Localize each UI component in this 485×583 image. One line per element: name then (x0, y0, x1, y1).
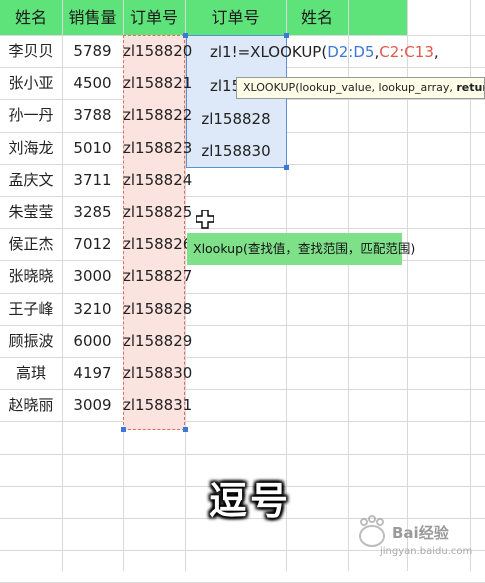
formula-arg-lookup-array: C2:C13 (379, 43, 434, 61)
cell-cursor-icon (196, 210, 214, 229)
cell-sales[interactable]: 5789 (62, 35, 123, 67)
spreadsheet-grid[interactable]: 姓名 销售量 订单号 订单号 姓名 李贝贝 5789 zl158820 张小亚 4500… (0, 0, 485, 583)
watermark-text: Bai经验 (392, 524, 449, 542)
lookup-order-cell[interactable]: zl158828 (186, 103, 286, 135)
header-order[interactable]: 订单号 (123, 0, 185, 35)
cell-sales[interactable]: 3000 (62, 260, 123, 292)
cell-order[interactable]: zl158820 (123, 35, 192, 67)
row-divider (0, 421, 485, 422)
tooltip-active-arg: return_arr (456, 81, 485, 94)
cell-order[interactable]: zl158828 (123, 293, 192, 325)
cell-sales[interactable]: 3210 (62, 293, 123, 325)
formula-separator: , (433, 43, 439, 61)
cell-order[interactable]: zl158831 (123, 389, 192, 421)
cell-name[interactable]: 刘海龙 (0, 132, 62, 164)
formula-arg-lookup-value: D2:D5 (327, 43, 375, 61)
header-name[interactable]: 姓名 (0, 0, 62, 35)
cell-order[interactable]: zl158830 (123, 357, 192, 389)
tooltip-function: XLOOKUP( (243, 81, 300, 94)
function-tooltip: XLOOKUP(lookup_value, lookup_array, retu… (236, 77, 485, 99)
cell-order[interactable]: zl158821 (123, 67, 192, 99)
cell-order[interactable]: zl158827 (123, 260, 192, 292)
selection-handle[interactable] (121, 427, 126, 432)
cell-name[interactable]: 赵晓丽 (0, 389, 62, 421)
cell-name[interactable]: 张小亚 (0, 67, 62, 99)
cell-sales[interactable]: 3788 (62, 99, 123, 131)
cell-name[interactable]: 朱莹莹 (0, 196, 62, 228)
cell-sales[interactable]: 3009 (62, 389, 123, 421)
formula-function: =XLOOKUP( (237, 43, 328, 61)
cell-sales[interactable]: 4500 (62, 67, 123, 99)
cell-name[interactable]: 顾振波 (0, 325, 62, 357)
header-lookup-name[interactable]: 姓名 (286, 0, 348, 35)
cell-order[interactable]: zl158824 (123, 164, 192, 196)
cell-order[interactable]: zl158829 (123, 325, 192, 357)
watermark-url: jingyan.baidu.com (380, 546, 473, 557)
syntax-note: Xlookup(查找值，查找范围，匹配范围) (187, 233, 415, 265)
cell-order[interactable]: zl158822 (123, 99, 192, 131)
video-caption: 逗号 (208, 479, 291, 523)
cell-order[interactable]: zl158823 (123, 132, 192, 164)
header-lookup-order[interactable]: 订单号 (185, 0, 286, 35)
cell-name[interactable]: 李贝贝 (0, 35, 62, 67)
selection-handle[interactable] (183, 427, 188, 432)
cell-sales[interactable]: 7012 (62, 228, 123, 260)
cell-name[interactable]: 王子峰 (0, 293, 62, 325)
cell-name[interactable]: 孙一丹 (0, 99, 62, 131)
cell-name[interactable]: 张晓晓 (0, 260, 62, 292)
cell-order[interactable]: zl158825 (123, 196, 192, 228)
cell-order[interactable]: zl158826 (123, 228, 192, 260)
formula-prefix: zl1! (210, 43, 238, 61)
cell-name[interactable]: 侯正杰 (0, 228, 62, 260)
cell-sales[interactable]: 5010 (62, 132, 123, 164)
row-divider (0, 454, 485, 455)
header-sales[interactable]: 销售量 (62, 0, 123, 35)
cell-sales[interactable]: 6000 (62, 325, 123, 357)
formula-entry[interactable]: zl1!=XLOOKUP(D2:D5,C2:C13, (210, 37, 439, 67)
lookup-order-cell[interactable]: zl158830 (186, 135, 286, 167)
cell-sales[interactable]: 3285 (62, 196, 123, 228)
cell-sales[interactable]: 3711 (62, 164, 123, 196)
cell-name[interactable]: 孟庆文 (0, 164, 62, 196)
cell-name[interactable]: 高琪 (0, 357, 62, 389)
cell-sales[interactable]: 4197 (62, 357, 123, 389)
tooltip-args: lookup_value, lookup_array, (299, 81, 457, 94)
